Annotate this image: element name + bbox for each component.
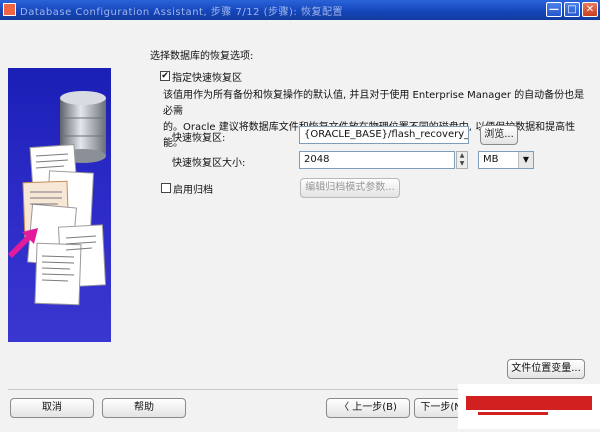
spinner-up-icon[interactable]: ▲	[457, 152, 467, 160]
close-button[interactable]: ✕	[582, 2, 598, 17]
chevron-left-icon: 〈	[339, 402, 350, 413]
cancel-button[interactable]: 取消	[10, 398, 94, 418]
fra-description-line1: 该值用作为所有备份和恢复操作的默认值, 并且对于使用 Enterprise Ma…	[163, 90, 585, 117]
file-location-variables-button[interactable]: 文件位置变量...	[507, 359, 585, 379]
fra-size-input[interactable]: 2048	[299, 151, 455, 169]
minimize-button[interactable]: —	[546, 2, 562, 17]
section-heading: 选择数据库的恢复选项:	[150, 51, 254, 62]
watermark-logo	[458, 384, 600, 429]
back-button[interactable]: 〈 上一步(B)	[326, 398, 410, 418]
fra-size-label: 快速恢复区大小:	[172, 158, 246, 169]
wizard-illustration	[8, 68, 111, 342]
fra-checkbox[interactable]: ✔	[160, 71, 170, 81]
watermark-logo-image	[466, 396, 592, 415]
archive-checkbox-label[interactable]: 启用归档	[173, 181, 213, 196]
spinner-down-icon[interactable]: ▼	[457, 160, 467, 168]
fra-size-spinner[interactable]: ▲ ▼	[456, 151, 468, 169]
back-button-label: 上一步(B)	[352, 402, 397, 413]
edit-archive-params-button[interactable]: 编辑归档模式参数...	[300, 178, 400, 198]
fra-location-input[interactable]: {ORACLE_BASE}/flash_recovery_area	[299, 126, 469, 144]
maximize-button[interactable]: □	[564, 2, 580, 17]
chevron-down-icon[interactable]: ▼	[518, 152, 533, 168]
fra-checkbox-label[interactable]: 指定快速恢复区	[172, 69, 242, 84]
title-bar: Database Configuration Assistant, 步骤 7/1…	[0, 0, 600, 20]
help-button[interactable]: 帮助	[102, 398, 186, 418]
fra-location-label: 快速恢复区:	[172, 133, 226, 144]
app-icon	[3, 3, 16, 16]
browse-button[interactable]: 浏览...	[480, 125, 518, 145]
archive-checkbox[interactable]	[161, 183, 171, 193]
database-documents-icon	[8, 91, 107, 306]
fra-size-unit-value: MB	[483, 154, 499, 165]
fra-size-unit-select[interactable]: MB ▼	[478, 151, 534, 169]
window-title: Database Configuration Assistant, 步骤 7/1…	[20, 7, 343, 18]
